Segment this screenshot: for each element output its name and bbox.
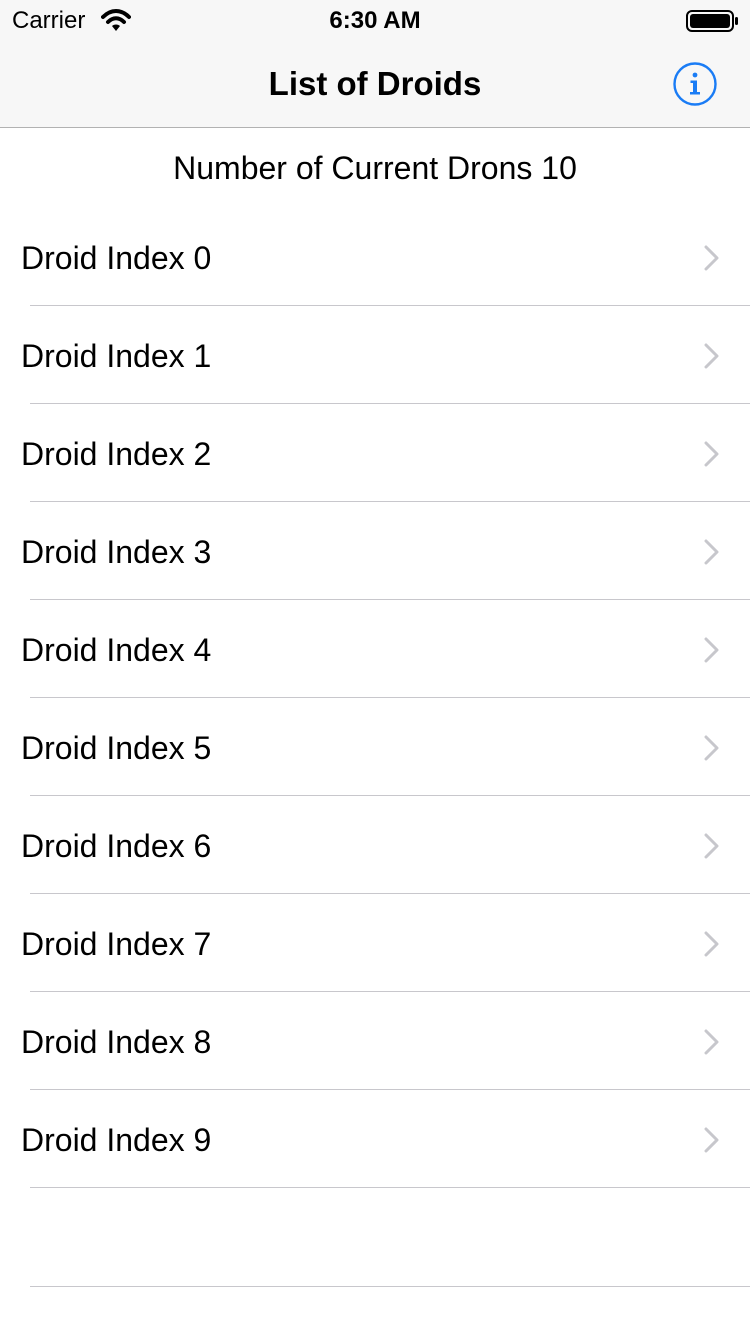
droid-row-4[interactable]: Droid Index 4	[0, 600, 750, 698]
battery-icon	[686, 10, 738, 32]
droid-row-3[interactable]: Droid Index 3	[0, 502, 750, 600]
chevron-right-icon	[704, 1029, 719, 1055]
droid-row-2[interactable]: Droid Index 2	[0, 404, 750, 502]
droid-list: Droid Index 0 Droid Index 1 Droid Index …	[0, 208, 750, 1188]
status-bar: Carrier 6:30 AM	[0, 0, 750, 40]
chevron-right-icon	[704, 833, 719, 859]
droid-label: Droid Index 3	[21, 534, 212, 570]
droid-label: Droid Index 1	[21, 338, 212, 374]
droid-row-0[interactable]: Droid Index 0	[0, 208, 750, 306]
droid-label: Droid Index 8	[21, 1024, 212, 1060]
chevron-right-icon	[704, 735, 719, 761]
droid-label: Droid Index 6	[21, 828, 212, 864]
droid-label: Droid Index 5	[21, 730, 212, 766]
droid-row-8[interactable]: Droid Index 8	[0, 992, 750, 1090]
droid-row-7[interactable]: Droid Index 7	[0, 894, 750, 992]
droid-label: Droid Index 7	[21, 926, 212, 962]
navigation-bar: Carrier 6:30 AM List of Droids	[0, 0, 750, 128]
chevron-right-icon	[704, 931, 719, 957]
droid-count-header: Number of Current Drons 10	[173, 150, 577, 186]
chevron-right-icon	[704, 245, 719, 271]
droid-label: Droid Index 9	[21, 1122, 212, 1158]
chevron-right-icon	[704, 1127, 719, 1153]
droid-list-screen: Carrier 6:30 AM List of Droids Number of…	[0, 0, 750, 1334]
status-time: 6:30 AM	[329, 7, 421, 34]
page-title: List of Droids	[268, 65, 482, 102]
droid-label: Droid Index 4	[21, 632, 212, 668]
chevron-right-icon	[704, 441, 719, 467]
chevron-right-icon	[704, 539, 719, 565]
droid-label: Droid Index 2	[21, 436, 212, 472]
chevron-right-icon	[704, 637, 719, 663]
empty-row-divider	[30, 1286, 750, 1287]
droid-row-5[interactable]: Droid Index 5	[0, 698, 750, 796]
chevron-right-icon	[704, 343, 719, 369]
droid-row-6[interactable]: Droid Index 6	[0, 796, 750, 894]
droid-row-9[interactable]: Droid Index 9	[0, 1090, 750, 1188]
row-divider	[30, 1187, 750, 1188]
droid-label: Droid Index 0	[21, 240, 212, 276]
info-button[interactable]	[672, 61, 718, 107]
droid-row-1[interactable]: Droid Index 1	[0, 306, 750, 404]
